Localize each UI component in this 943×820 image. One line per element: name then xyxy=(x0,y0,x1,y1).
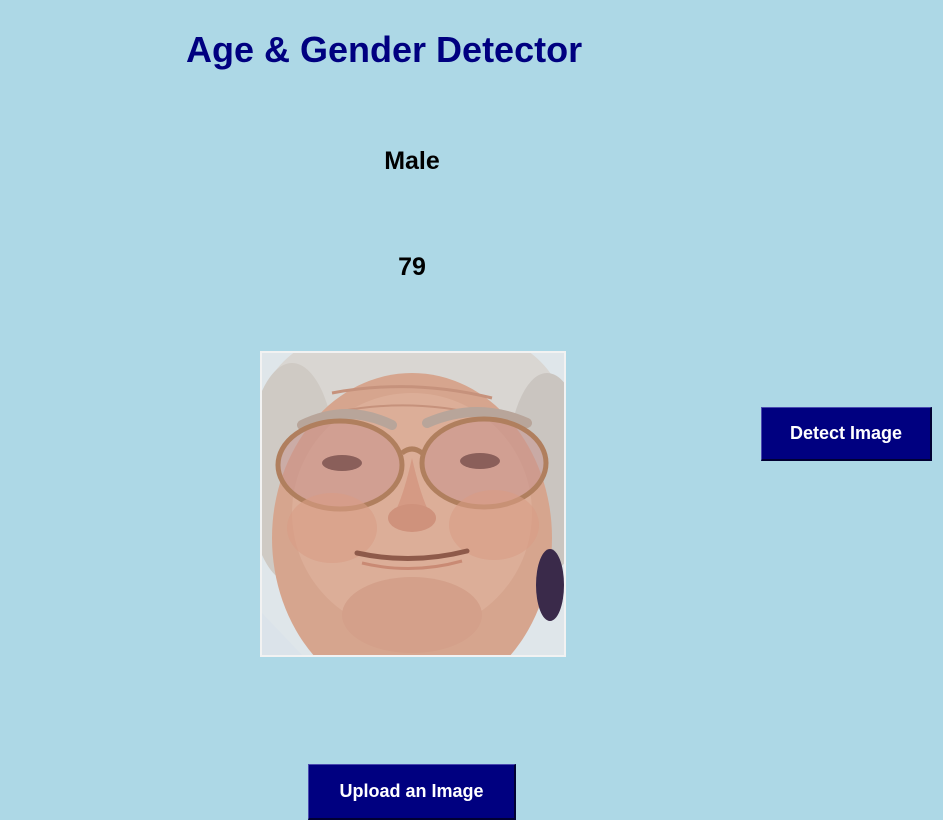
detect-image-button[interactable]: Detect Image xyxy=(761,407,932,461)
face-photo-illustration xyxy=(262,353,564,655)
age-result: 79 xyxy=(398,253,426,281)
uploaded-face-image xyxy=(260,351,566,657)
upload-image-button[interactable]: Upload an Image xyxy=(308,764,516,820)
page-title: Age & Gender Detector xyxy=(186,29,583,70)
gender-result: Male xyxy=(384,147,440,175)
